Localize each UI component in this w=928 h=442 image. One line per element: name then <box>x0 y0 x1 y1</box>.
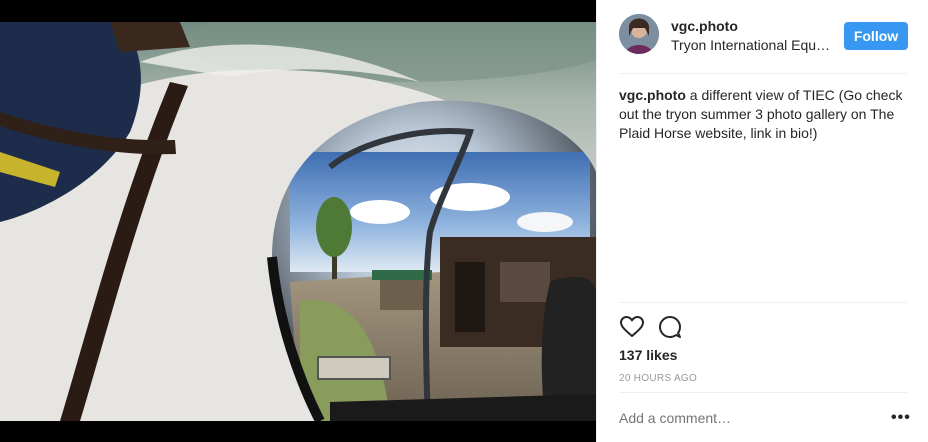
instagram-post: vgc.photo Tryon International Equestrian… <box>0 0 928 442</box>
comment-input[interactable] <box>619 410 874 426</box>
post-photo[interactable] <box>0 22 596 421</box>
avatar[interactable] <box>619 14 659 54</box>
actions-divider <box>619 302 907 303</box>
comment-divider <box>619 392 907 393</box>
helmet-reflection <box>267 100 596 421</box>
likes-count[interactable]: 137 likes <box>619 347 677 363</box>
comment-icon[interactable] <box>657 314 683 340</box>
post-timestamp[interactable]: 20 HOURS AGO <box>619 373 697 384</box>
caption-username-link[interactable]: vgc.photo <box>619 87 686 103</box>
action-bar <box>619 314 719 340</box>
post-header: vgc.photo Tryon International Equestrian… <box>619 14 908 58</box>
location-link[interactable]: Tryon International Equestrian Center <box>671 37 831 53</box>
follow-button[interactable]: Follow <box>844 22 908 50</box>
post-caption: vgc.photo a different view of TIEC (Go c… <box>619 86 909 143</box>
post-photo-frame <box>0 0 596 442</box>
more-options-icon[interactable]: ••• <box>891 409 911 427</box>
heart-icon[interactable] <box>619 314 645 340</box>
header-divider <box>619 73 907 74</box>
post-side-panel: vgc.photo Tryon International Equestrian… <box>596 0 928 442</box>
username-link[interactable]: vgc.photo <box>671 18 738 34</box>
